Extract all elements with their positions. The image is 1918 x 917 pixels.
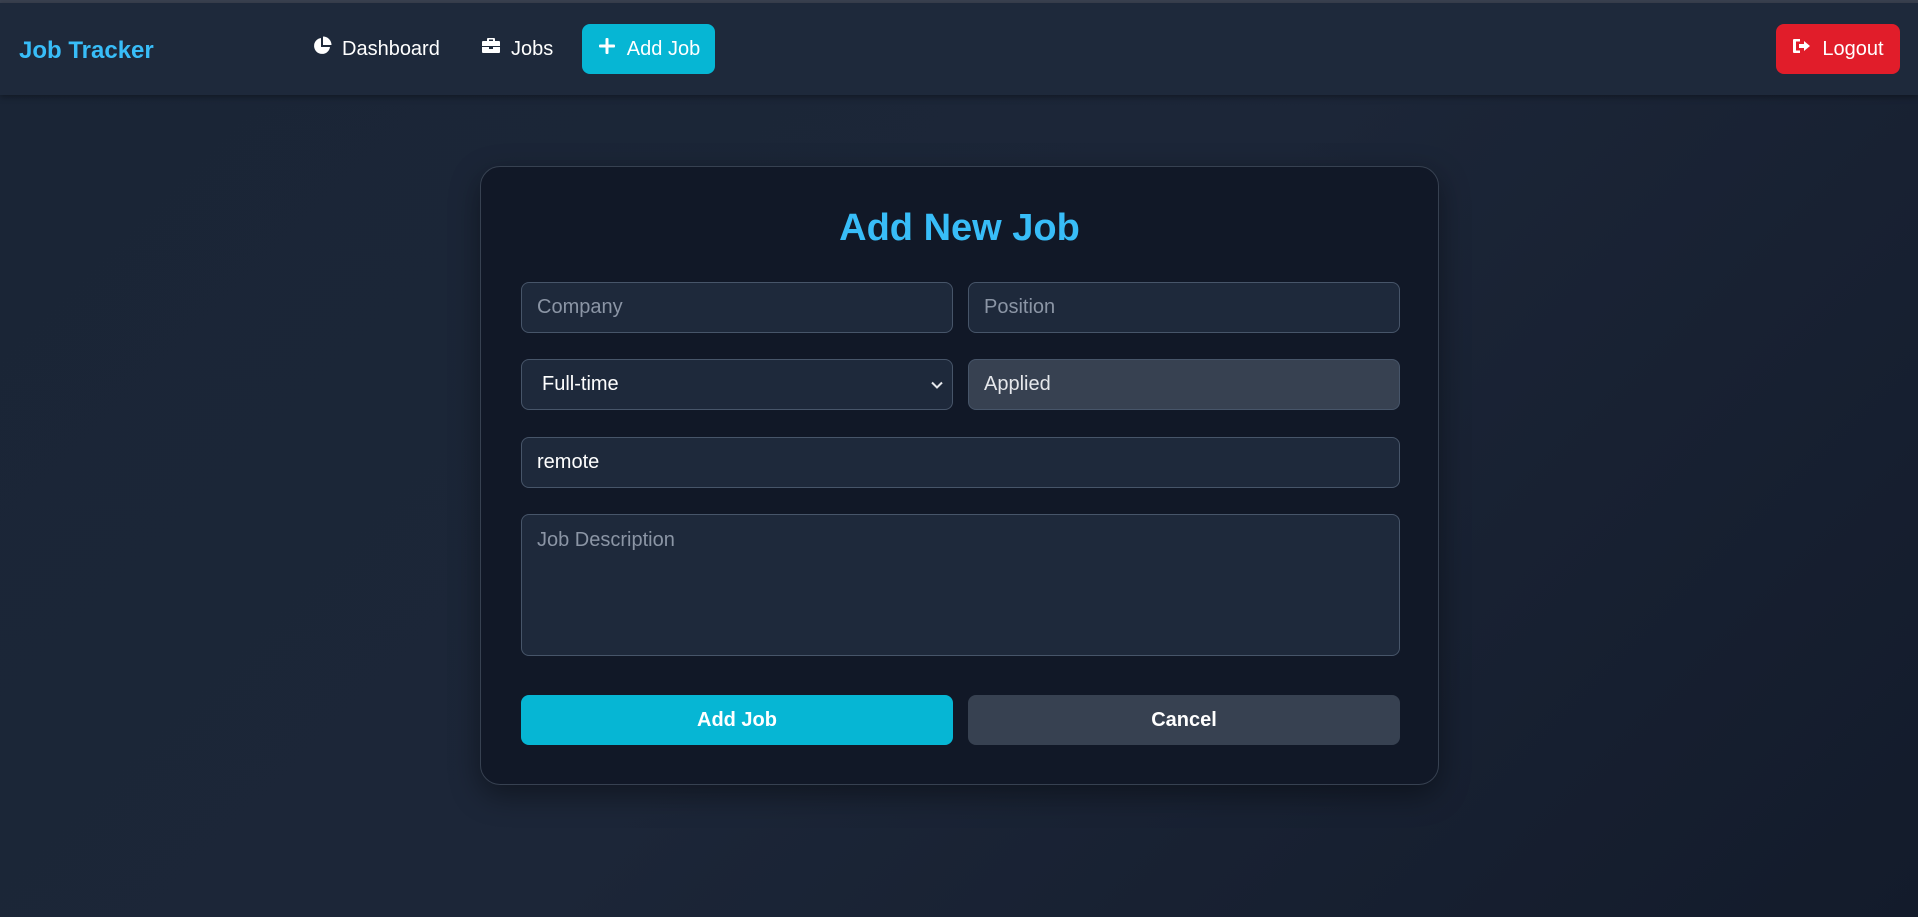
position-input[interactable]: Position: [968, 282, 1400, 333]
position-placeholder: Position: [984, 296, 1056, 318]
nav-link-jobs[interactable]: Jobs: [465, 24, 569, 74]
description-placeholder: Job Description: [537, 529, 675, 551]
nav-link-label: Dashboard: [342, 37, 440, 60]
logout-label: Logout: [1822, 37, 1884, 60]
plus-icon: [597, 36, 617, 62]
nav-link-dashboard[interactable]: Dashboard: [296, 24, 456, 74]
location-input[interactable]: remote: [521, 437, 1400, 488]
chart-pie-icon: [312, 36, 332, 62]
briefcase-icon: [481, 36, 501, 62]
logout-button[interactable]: Logout: [1776, 24, 1900, 74]
sign-out-icon: [1792, 36, 1812, 62]
location-value: remote: [537, 451, 600, 473]
status-value: Applied: [984, 373, 1051, 395]
company-placeholder: Company: [537, 296, 623, 318]
status-field[interactable]: Applied: [968, 359, 1400, 410]
job-type-value: Full-time: [542, 373, 619, 395]
add-job-form-card: Add New Job Company Position Full-time A…: [480, 166, 1439, 785]
nav-link-label: Jobs: [511, 37, 554, 60]
chevron-down-icon: [931, 381, 943, 389]
description-textarea[interactable]: Job Description: [521, 514, 1400, 656]
nav-link-add-job[interactable]: Add Job: [582, 24, 715, 74]
job-type-select[interactable]: Full-time: [521, 359, 953, 410]
company-input[interactable]: Company: [521, 282, 953, 333]
form-title: Add New Job: [839, 207, 1080, 249]
navbar: Job Tracker Dashboard Jobs Add Job Logou…: [0, 3, 1918, 95]
add-job-button[interactable]: Add Job: [521, 695, 953, 745]
nav-link-label: Add Job: [626, 37, 701, 60]
cancel-button[interactable]: Cancel: [968, 695, 1400, 745]
brand-logo[interactable]: Job Tracker: [19, 37, 154, 65]
